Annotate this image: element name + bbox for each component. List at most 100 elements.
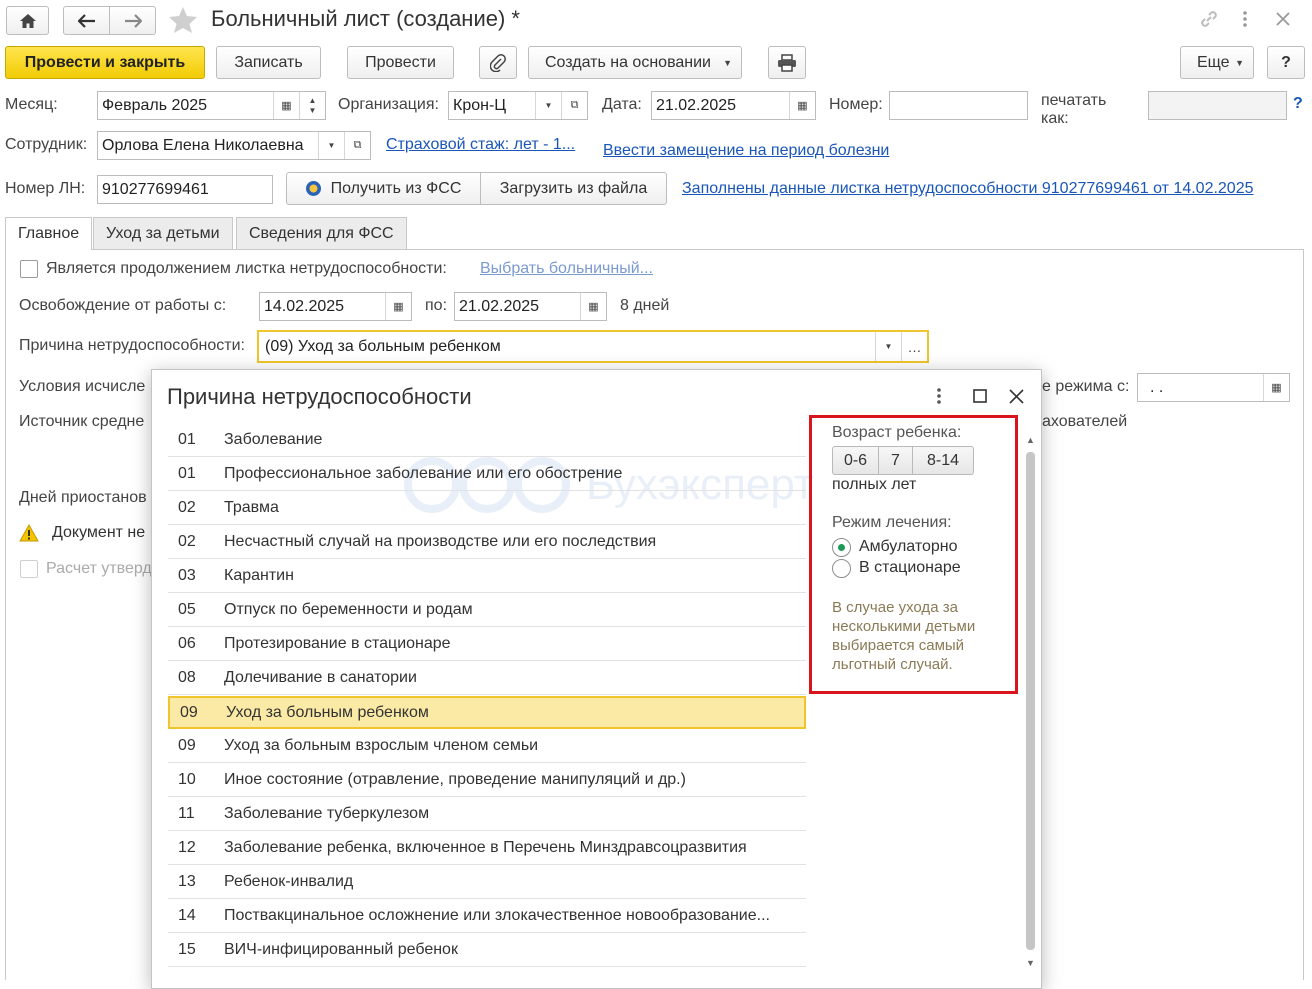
reason-list-item[interactable]: 05 Отпуск по беременности и родам [168,594,806,627]
create-based-on-label: Создать на основании [545,53,711,71]
reason-code: 01 [178,465,196,482]
ln-number-label: Номер ЛН: [5,180,86,197]
regime-from-field[interactable]: . . ▦ [1137,373,1290,402]
employee-field[interactable]: Орлова Елена Николаевна ▼ ⧉ [97,131,371,160]
release-from-label: Освобождение от работы с: [19,297,227,314]
reason-name: Заболевание [224,431,323,448]
reason-list-item[interactable]: 11 Заболевание туберкулезом [168,798,806,831]
close-icon[interactable] [1276,12,1290,26]
reason-name: Заболевание туберкулезом [224,805,430,822]
calendar-icon[interactable]: ▦ [1263,374,1289,401]
dropdown-arrow-icon[interactable]: ▼ [875,332,901,361]
reason-name: Долечивание в санатории [224,669,417,686]
continuation-checkbox[interactable] [20,260,38,278]
back-arrow-icon [77,13,95,28]
reason-code: 10 [178,771,196,788]
create-based-on-button[interactable]: Создать на основании ▼ [528,46,742,79]
insurance-experience-link[interactable]: Страховой стаж: лет - 1... [386,136,575,154]
maximize-icon[interactable] [973,389,987,403]
reason-name: Травма [224,499,279,516]
conditions-label: Условия исчисле [19,378,146,395]
select-dots-icon[interactable]: … [901,332,927,361]
star-icon[interactable] [168,6,198,34]
reason-list-item[interactable]: 09 Уход за больным взрослым членом семьи [168,730,806,763]
reason-list-item[interactable]: 09 Уход за больным ребенком [168,696,806,729]
reason-list-item[interactable]: 15 ВИЧ-инфицированный ребенок [168,934,806,967]
continuation-label: Является продолжением листка нетрудоспос… [46,260,447,277]
get-from-fss-button[interactable]: Получить из ФСС [286,172,481,205]
reason-name: Отпуск по беременности и родам [224,601,473,618]
reason-list-item[interactable]: 13 Ребенок-инвалид [168,866,806,899]
save-button[interactable]: Записать [216,46,321,79]
spin-arrows-icon[interactable]: ▲ ▼ [299,92,325,119]
print-button[interactable] [768,46,806,79]
help-button[interactable]: ? [1267,46,1305,79]
open-icon[interactable]: ⧉ [344,132,370,159]
reason-name: Уход за больным ребенком [226,703,429,721]
number-field[interactable] [889,91,1028,120]
print-as-label: печатать как: [1041,92,1107,127]
reason-name: Несчастный случай на производстве или ег… [224,533,657,550]
open-icon[interactable]: ⧉ [561,92,587,119]
calendar-icon[interactable]: ▦ [385,293,411,320]
close-icon[interactable] [1009,389,1024,404]
back-button[interactable] [63,6,110,35]
dropdown-arrow-icon: ▼ [723,57,732,68]
filled-data-link[interactable]: Заполнены данные листка нетрудоспособнос… [682,180,1254,198]
reason-list-item[interactable]: 10 Иное состояние (отравление, проведение… [168,764,806,797]
calendar-icon[interactable]: ▦ [580,293,606,320]
reason-list-item[interactable]: 06 Протезирование в стационаре [168,628,806,661]
reason-code: 12 [178,839,196,856]
reason-list-item[interactable]: 03 Карантин [168,560,806,593]
tab-child-care[interactable]: Уход за детьми [93,217,233,249]
release-from-field[interactable]: 14.02.2025 ▦ [259,292,412,321]
window-title: Больничный лист (создание) * [211,6,520,31]
calc-approved-checkbox[interactable] [20,560,38,578]
release-to-field[interactable]: 21.02.2025 ▦ [454,292,607,321]
reason-list-item[interactable]: 01 Профессиональное заболевание или его о… [168,458,806,491]
load-from-file-button[interactable]: Загрузить из файла [480,172,667,205]
date-field[interactable]: 21.02.2025 ▦ [651,91,816,120]
month-field[interactable]: Февраль 2025 ▦ ▲ ▼ [97,91,326,120]
average-source-label: Источник средне [19,413,145,430]
reason-code: 05 [178,601,196,618]
forward-button[interactable] [109,6,156,35]
reason-list-item[interactable]: 14 Поствакцинальное осложнение или злокач… [168,900,806,933]
more-vert-icon[interactable] [935,387,943,405]
more-button[interactable]: Еще ▼ [1180,46,1254,79]
organization-field[interactable]: Крон-Ц ▼ ⧉ [448,91,588,120]
ln-number-field[interactable]: 910277699461 [97,175,273,204]
reason-code: 11 [178,805,195,822]
reason-list-item[interactable]: 12 Заболевание ребенка, включенное в Пере… [168,832,806,865]
reason-list-item[interactable]: 02 Травма [168,492,806,525]
select-sick-leave-link[interactable]: Выбрать больничный... [480,260,653,278]
reason-label: Причина нетрудоспособности: [19,337,245,354]
attach-button[interactable] [479,46,517,79]
scroll-up-icon[interactable]: ▲ [1026,435,1035,445]
tab-fss-info[interactable]: Сведения для ФСС [236,217,407,249]
replacement-link[interactable]: Ввести замещение на период болезни [603,142,889,160]
home-button[interactable] [6,6,49,35]
post-and-close-button[interactable]: Провести и закрыть [5,46,205,79]
date-label: Дата: [602,96,642,113]
days-count: 8 дней [620,297,670,314]
scroll-down-icon[interactable]: ▼ [1026,958,1035,968]
tab-main[interactable]: Главное [5,217,93,250]
reason-list-item[interactable]: 02 Несчастный случай на производстве или … [168,526,806,559]
more-vert-icon[interactable] [1240,10,1250,28]
warning-icon [19,524,39,542]
dropdown-arrow-icon[interactable]: ▼ [318,132,344,159]
scrollbar-thumb[interactable] [1026,452,1035,950]
dropdown-arrow-icon[interactable]: ▼ [535,92,561,119]
help-question-mark[interactable]: ? [1293,95,1303,113]
employee-value: Орлова Елена Николаевна [102,136,304,154]
link-icon[interactable] [1199,9,1219,29]
date-value: 21.02.2025 [656,96,737,114]
calendar-icon[interactable]: ▦ [789,92,815,119]
reason-list-item[interactable]: 01 Заболевание [168,424,806,457]
reason-field[interactable]: (09) Уход за больным ребенком ▼ … [257,330,929,363]
post-button[interactable]: Провести [347,46,454,79]
print-as-field[interactable] [1148,91,1287,120]
calendar-icon[interactable]: ▦ [273,92,299,119]
reason-list-item[interactable]: 08 Долечивание в санатории [168,662,806,695]
